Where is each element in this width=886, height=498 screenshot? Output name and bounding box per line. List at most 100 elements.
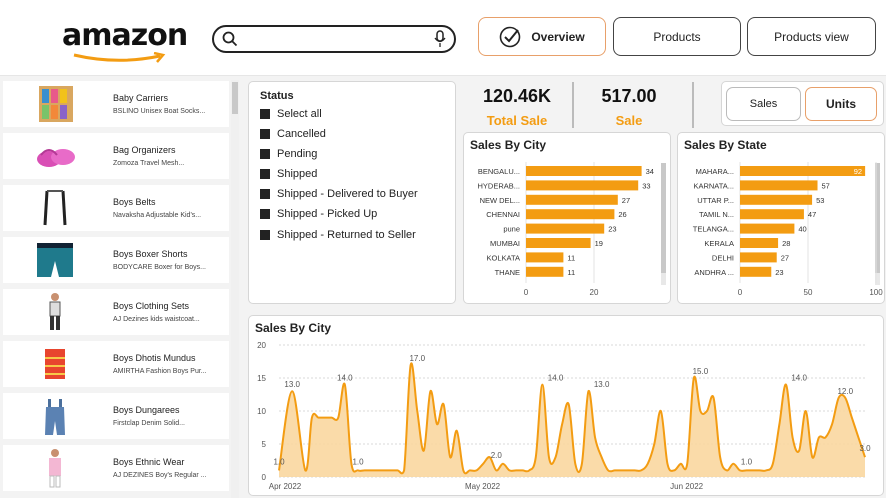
data-label: 13.0 <box>284 380 300 389</box>
checkbox[interactable] <box>260 129 270 139</box>
y-tick-label: 0 <box>262 473 267 482</box>
overview-button[interactable]: Overview <box>478 17 606 56</box>
x-tick-label: 50 <box>804 288 813 297</box>
status-option[interactable]: Shipped - Picked Up <box>260 208 377 220</box>
products-view-label: Products view <box>774 29 849 44</box>
data-label: 33 <box>642 181 650 190</box>
category-label: MAHARA... <box>696 167 734 176</box>
product-name: Boys Clothing Sets <box>113 301 190 311</box>
product-item[interactable]: Boys Belts Navaksha Adjustable Kid's... <box>3 185 229 231</box>
product-description: AJ DEZINES Boy's Regular ... <box>113 472 207 479</box>
product-name: Boys Boxer Shorts <box>113 249 188 259</box>
status-option-label: Shipped - Picked Up <box>277 208 378 220</box>
bag-organizer-thumbnail <box>37 149 75 167</box>
bar <box>526 180 639 191</box>
chart-scrollbar-thumb <box>661 163 666 273</box>
product-item[interactable]: Boys Ethnic Wear AJ DEZINES Boy's Regula… <box>3 445 229 491</box>
bar <box>740 194 813 205</box>
microphone-icon[interactable] <box>434 30 446 48</box>
clothing-set-thumbnail <box>49 293 61 330</box>
product-name: Boys Ethnic Wear <box>113 457 185 467</box>
category-label: BENGALU... <box>478 167 520 176</box>
sales-toggle-label: Sales <box>749 98 778 110</box>
data-label: 11 <box>567 253 575 262</box>
data-label: 23 <box>775 268 783 277</box>
bar <box>740 209 804 220</box>
category-label: CHENNAI <box>486 210 520 219</box>
checkbox[interactable] <box>260 230 270 240</box>
data-label: 27 <box>781 253 789 262</box>
boxer-shorts-thumbnail <box>37 243 73 277</box>
products-button[interactable]: Products <box>613 17 741 56</box>
x-tick-label: Apr 2022 <box>269 482 302 491</box>
category-label: UTTAR P... <box>697 196 734 205</box>
product-name: Boys Dhotis Mundus <box>113 353 196 363</box>
bar <box>740 223 795 234</box>
product-description: BSLINO Unisex Boat Socks... <box>113 108 206 115</box>
checkbox[interactable] <box>260 149 270 159</box>
x-tick-label: May 2022 <box>465 482 501 491</box>
bar <box>526 252 564 263</box>
status-option[interactable]: Cancelled <box>260 128 326 140</box>
scrollbar-thumb[interactable] <box>232 82 238 114</box>
amazon-logo: amazon <box>62 18 188 63</box>
sales-by-city-area-chart: Sales By City 0 5 10 15 20 Apr 2022 May 2022 Ju… <box>248 315 884 496</box>
products-view-button[interactable]: Products view <box>747 17 876 56</box>
product-item[interactable]: Baby Carriers BSLINO Unisex Boat Socks..… <box>3 81 229 127</box>
search-input[interactable] <box>212 25 456 53</box>
data-label: 13.0 <box>594 380 610 389</box>
data-label: 53 <box>816 196 824 205</box>
data-label: 14.0 <box>337 374 353 383</box>
checkbox[interactable] <box>260 189 270 199</box>
data-label: 1.0 <box>741 457 753 466</box>
data-label: 17.0 <box>409 354 425 363</box>
checkbox[interactable] <box>260 209 270 219</box>
data-label: 14.0 <box>548 374 564 383</box>
data-label: 23 <box>608 225 616 234</box>
data-label: 19 <box>595 239 603 248</box>
category-label: DELHI <box>712 253 734 262</box>
status-option[interactable]: Pending <box>260 148 317 160</box>
x-tick-label: 0 <box>738 288 743 297</box>
y-tick-label: 5 <box>262 440 267 449</box>
status-option[interactable]: Shipped <box>260 168 317 180</box>
sales-by-state-bar-chart: Sales By State 0 50 100 MAHARA... 92 KARNATA.… <box>677 132 885 304</box>
data-label: 1.0 <box>352 457 364 466</box>
check-circle-icon <box>500 26 521 47</box>
status-option-label: Shipped - Delivered to Buyer <box>277 188 418 200</box>
product-item[interactable]: Bag Organizers Zomoza Travel Mesh... <box>3 133 229 179</box>
checkbox[interactable] <box>260 109 270 119</box>
dhoti-thumbnail <box>45 349 65 379</box>
product-item[interactable]: Boys Boxer Shorts BODYCARE Boxer for Boy… <box>3 237 229 283</box>
x-tick-label: 100 <box>869 288 883 297</box>
area-fill <box>279 363 865 477</box>
status-option[interactable]: Select all <box>260 108 322 120</box>
data-label: 92 <box>854 167 862 176</box>
product-name: Boys Belts <box>113 197 156 207</box>
units-toggle-button[interactable]: Units <box>805 87 877 121</box>
data-label: 27 <box>622 196 630 205</box>
checkbox[interactable] <box>260 169 270 179</box>
category-label: HYDERAB... <box>477 181 520 190</box>
product-item[interactable]: Boys Clothing Sets AJ Dezines kids waist… <box>3 289 229 335</box>
bar <box>740 180 818 191</box>
status-option[interactable]: Shipped - Delivered to Buyer <box>260 188 418 200</box>
kpi-divider <box>692 82 694 128</box>
x-tick-label: 0 <box>524 288 529 297</box>
product-list-scrollbar[interactable] <box>231 80 239 498</box>
bar <box>740 252 777 263</box>
status-option[interactable]: Shipped - Returned to Seller <box>260 229 416 241</box>
product-name: Bag Organizers <box>113 145 176 155</box>
y-tick-label: 10 <box>257 407 266 416</box>
data-label: 26 <box>618 210 626 219</box>
kpi-label: Sale <box>615 113 643 128</box>
status-option-label: Cancelled <box>277 128 326 140</box>
bar <box>526 209 615 220</box>
product-item[interactable]: Boys Dhotis Mundus AMIRTHA Fashion Boys … <box>3 341 229 387</box>
category-label: ANDHRA ... <box>694 268 734 277</box>
status-title: Status <box>260 90 294 102</box>
bar <box>526 223 605 234</box>
sales-toggle-button[interactable]: Sales <box>726 87 801 121</box>
product-item[interactable]: Boys Dungarees Firstclap Denim Solid... <box>3 393 229 439</box>
ethnic-wear-thumbnail <box>49 449 61 488</box>
